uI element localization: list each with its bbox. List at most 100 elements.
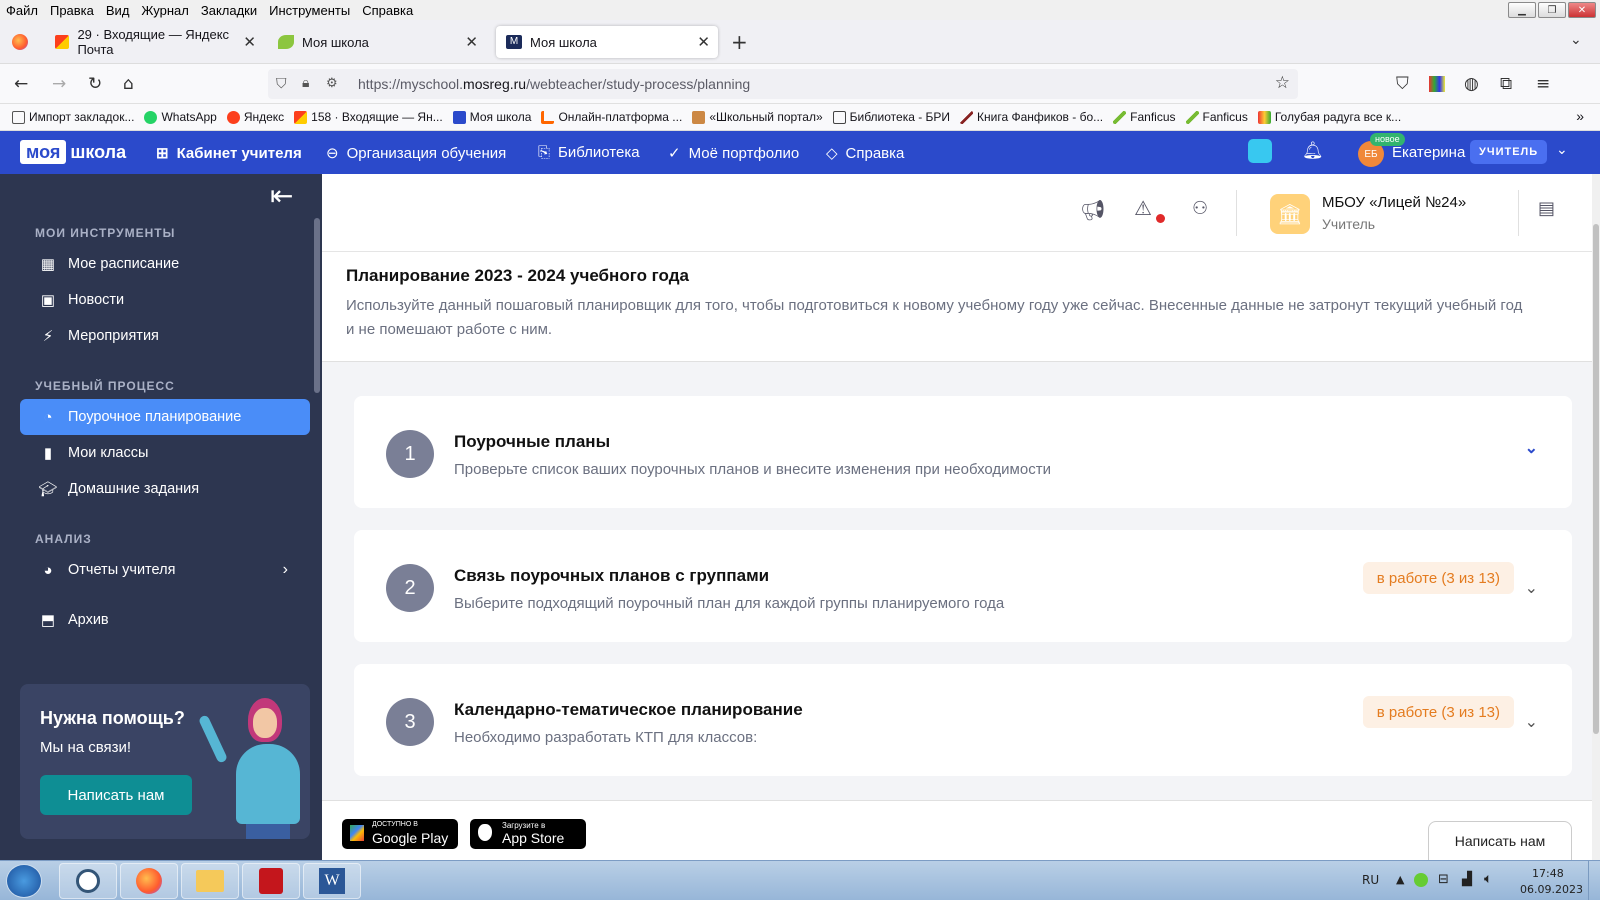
sidebar-item-schedule[interactable]: ▦ Мое расписание [20, 246, 310, 282]
step-card-ktp[interactable]: 3 Календарно-тематическое планирование Н… [354, 664, 1572, 776]
close-icon[interactable]: ✕ [243, 33, 256, 51]
tray-arrow-icon[interactable]: ▲ [1396, 873, 1404, 886]
menu-icon[interactable]: ≡ [1536, 74, 1550, 94]
show-desktop-button[interactable] [1588, 861, 1600, 900]
bookmark-fanfic-book[interactable]: Книга Фанфиков - бо... [960, 110, 1103, 124]
back-icon[interactable]: ← [14, 74, 28, 94]
menu-bookmarks[interactable]: Закладки [195, 3, 263, 18]
chevron-down-icon[interactable]: ⌄ [1525, 578, 1538, 598]
bookmark-online-platform[interactable]: Онлайн-платформа ... [541, 110, 682, 124]
taskbar-explorer[interactable] [181, 863, 239, 899]
firefox-icon[interactable] [12, 34, 28, 50]
url-bar[interactable]: ⛉ 🔒︎ ⚙ https://myschool. mosreg.ru/webtea… [268, 69, 1298, 99]
new-tab-icon[interactable]: + [731, 30, 748, 54]
role-badge[interactable]: УЧИТЕЛЬ [1470, 140, 1548, 164]
menu-view[interactable]: Вид [100, 3, 136, 18]
bookmark-library[interactable]: Библиотека - БРИ [832, 110, 950, 124]
bell-icon[interactable]: 🔔︎ [1302, 141, 1324, 161]
sidebar-item-homework[interactable]: 🎓︎ Домашние задания [20, 471, 310, 507]
pocket-icon[interactable]: ⛉ [1396, 74, 1409, 94]
permissions-icon[interactable]: ⚙ [326, 75, 338, 91]
menu-tools[interactable]: Инструменты [263, 3, 356, 18]
menu-history[interactable]: Журнал [135, 3, 194, 18]
nav-education-org[interactable]: ⊖ Организация обучения [326, 144, 506, 163]
menu-edit[interactable]: Правка [44, 3, 100, 18]
app-store-button[interactable]: Загрузите в App Store [470, 819, 586, 849]
nav-teacher-cabinet[interactable]: ⊞ Кабинет учителя [156, 144, 302, 163]
close-icon[interactable]: ✕ [465, 33, 478, 51]
school-building-icon[interactable]: 🏛︎ [1270, 194, 1310, 234]
tab-yandex-mail[interactable]: 29 · Входящие — Яндекс Почта ✕ [45, 26, 260, 58]
bookmark-import[interactable]: Импорт закладок... [12, 110, 134, 124]
extensions-icon[interactable]: ⧉ [1500, 74, 1512, 94]
taskbar-clock-app[interactable] [59, 863, 117, 899]
forward-icon[interactable]: → [52, 74, 66, 94]
write-us-button[interactable]: Написать нам [40, 775, 192, 815]
step-card-plan-groups[interactable]: 2 Связь поурочных планов с группами Выбе… [354, 530, 1572, 642]
lock-icon[interactable]: 🔒︎ [302, 74, 309, 91]
shield-icon[interactable]: ⛉ [276, 75, 287, 92]
taskbar-acrobat[interactable] [242, 863, 300, 899]
step-card-lesson-plans[interactable]: 1 Поурочные планы Проверьте список ваших… [354, 396, 1572, 508]
extension-icon[interactable] [1429, 76, 1445, 92]
clock-time[interactable]: 17:48 [1532, 867, 1564, 880]
write-us-footer-button[interactable]: Написать нам [1428, 821, 1572, 861]
calendar-icon[interactable]: ▤ [1538, 198, 1555, 219]
taskbar-word[interactable]: W [303, 863, 361, 899]
user-name[interactable]: Екатерина [1392, 144, 1465, 161]
bookmark-blue-rainbow[interactable]: Голубая радуга все к... [1257, 110, 1401, 124]
chat-icon[interactable] [1248, 139, 1272, 163]
chevron-down-icon[interactable]: ⌄ [1525, 438, 1538, 458]
sidebar-item-events[interactable]: ⚡︎ Мероприятия [20, 318, 310, 354]
org-name[interactable]: МБОУ «Лицей №24» [1322, 194, 1466, 211]
user-icon[interactable]: ⚇ [1192, 198, 1208, 219]
warning-icon[interactable]: ⚠︎ [1134, 196, 1152, 220]
bookmark-school-portal[interactable]: «Школьный портал» [692, 110, 823, 124]
home-icon[interactable]: ⌂ [123, 74, 134, 94]
bookmark-yandex-mail[interactable]: 158 · Входящие — Ян... [294, 110, 443, 124]
globe-icon[interactable]: ◍ [1464, 74, 1479, 94]
minimize-icon[interactable]: ▁ [1508, 2, 1536, 18]
nav-help[interactable]: ◇ Справка [826, 144, 904, 163]
clock-date[interactable]: 06.09.2023 [1520, 883, 1583, 896]
menu-help[interactable]: Справка [356, 3, 419, 18]
signal-icon[interactable]: ▟ [1462, 872, 1472, 887]
sidebar-item-teacher-reports[interactable]: ◕ Отчеты учителя › [20, 552, 310, 588]
collapse-menu-icon[interactable]: ⇤ [270, 182, 293, 210]
chevron-down-icon[interactable]: ⌄ [1525, 712, 1538, 732]
tab-list-icon[interactable]: ⌄ [1570, 32, 1582, 48]
sidebar-item-my-classes[interactable]: ▮ Мои классы [20, 435, 310, 471]
network-icon[interactable]: ⊟ [1438, 872, 1449, 887]
star-icon[interactable]: ☆ [1275, 73, 1290, 93]
sidebar-scrollbar[interactable] [314, 218, 320, 393]
restore-icon[interactable]: ❐ [1538, 2, 1566, 18]
google-play-button[interactable]: ДОСТУПНО В Google Play [342, 819, 458, 849]
menu-file[interactable]: Файл [0, 3, 44, 18]
more-bookmarks-icon[interactable]: » [1576, 108, 1584, 124]
myschool-logo[interactable]: моя школа [20, 140, 126, 164]
reload-icon[interactable]: ↻ [88, 74, 102, 94]
tab-myschool-1[interactable]: Моя школа ✕ [268, 26, 486, 58]
bookmark-myschool[interactable]: Моя школа [452, 110, 531, 124]
sidebar-item-news[interactable]: ▣ Новости [20, 282, 310, 318]
taskbar-firefox[interactable] [120, 863, 178, 899]
sidebar-item-lesson-planning[interactable]: ◔ Поурочное планирование [20, 399, 310, 435]
tab-myschool-2[interactable]: M Моя школа ✕ [496, 26, 718, 58]
volume-icon[interactable]: 🔈︎ [1484, 871, 1492, 887]
bookmark-whatsapp[interactable]: WhatsApp [144, 110, 217, 124]
nav-library[interactable]: ⎘ Библиотека [538, 144, 640, 161]
close-icon[interactable]: ✕ [697, 33, 710, 51]
nav-portfolio[interactable]: ✓ Моё портфолио [668, 144, 799, 163]
bookmark-fanficus-2[interactable]: Fanficus [1185, 110, 1248, 124]
bookmark-fanficus-1[interactable]: Fanficus [1113, 110, 1176, 124]
bookmark-yandex[interactable]: Яндекс [226, 110, 284, 124]
language-indicator[interactable]: RU [1362, 873, 1379, 887]
tray-app-icon[interactable] [1414, 873, 1428, 887]
scroll-thumb[interactable] [1593, 224, 1599, 734]
chevron-down-icon[interactable]: ⌄ [1556, 141, 1568, 158]
sidebar-item-archive[interactable]: ⬒ Архив [20, 602, 310, 638]
megaphone-icon[interactable]: 📢︎ [1080, 198, 1105, 222]
start-button[interactable] [6, 864, 42, 898]
page-scrollbar[interactable] [1592, 174, 1600, 860]
close-window-icon[interactable]: ✕ [1568, 2, 1596, 18]
